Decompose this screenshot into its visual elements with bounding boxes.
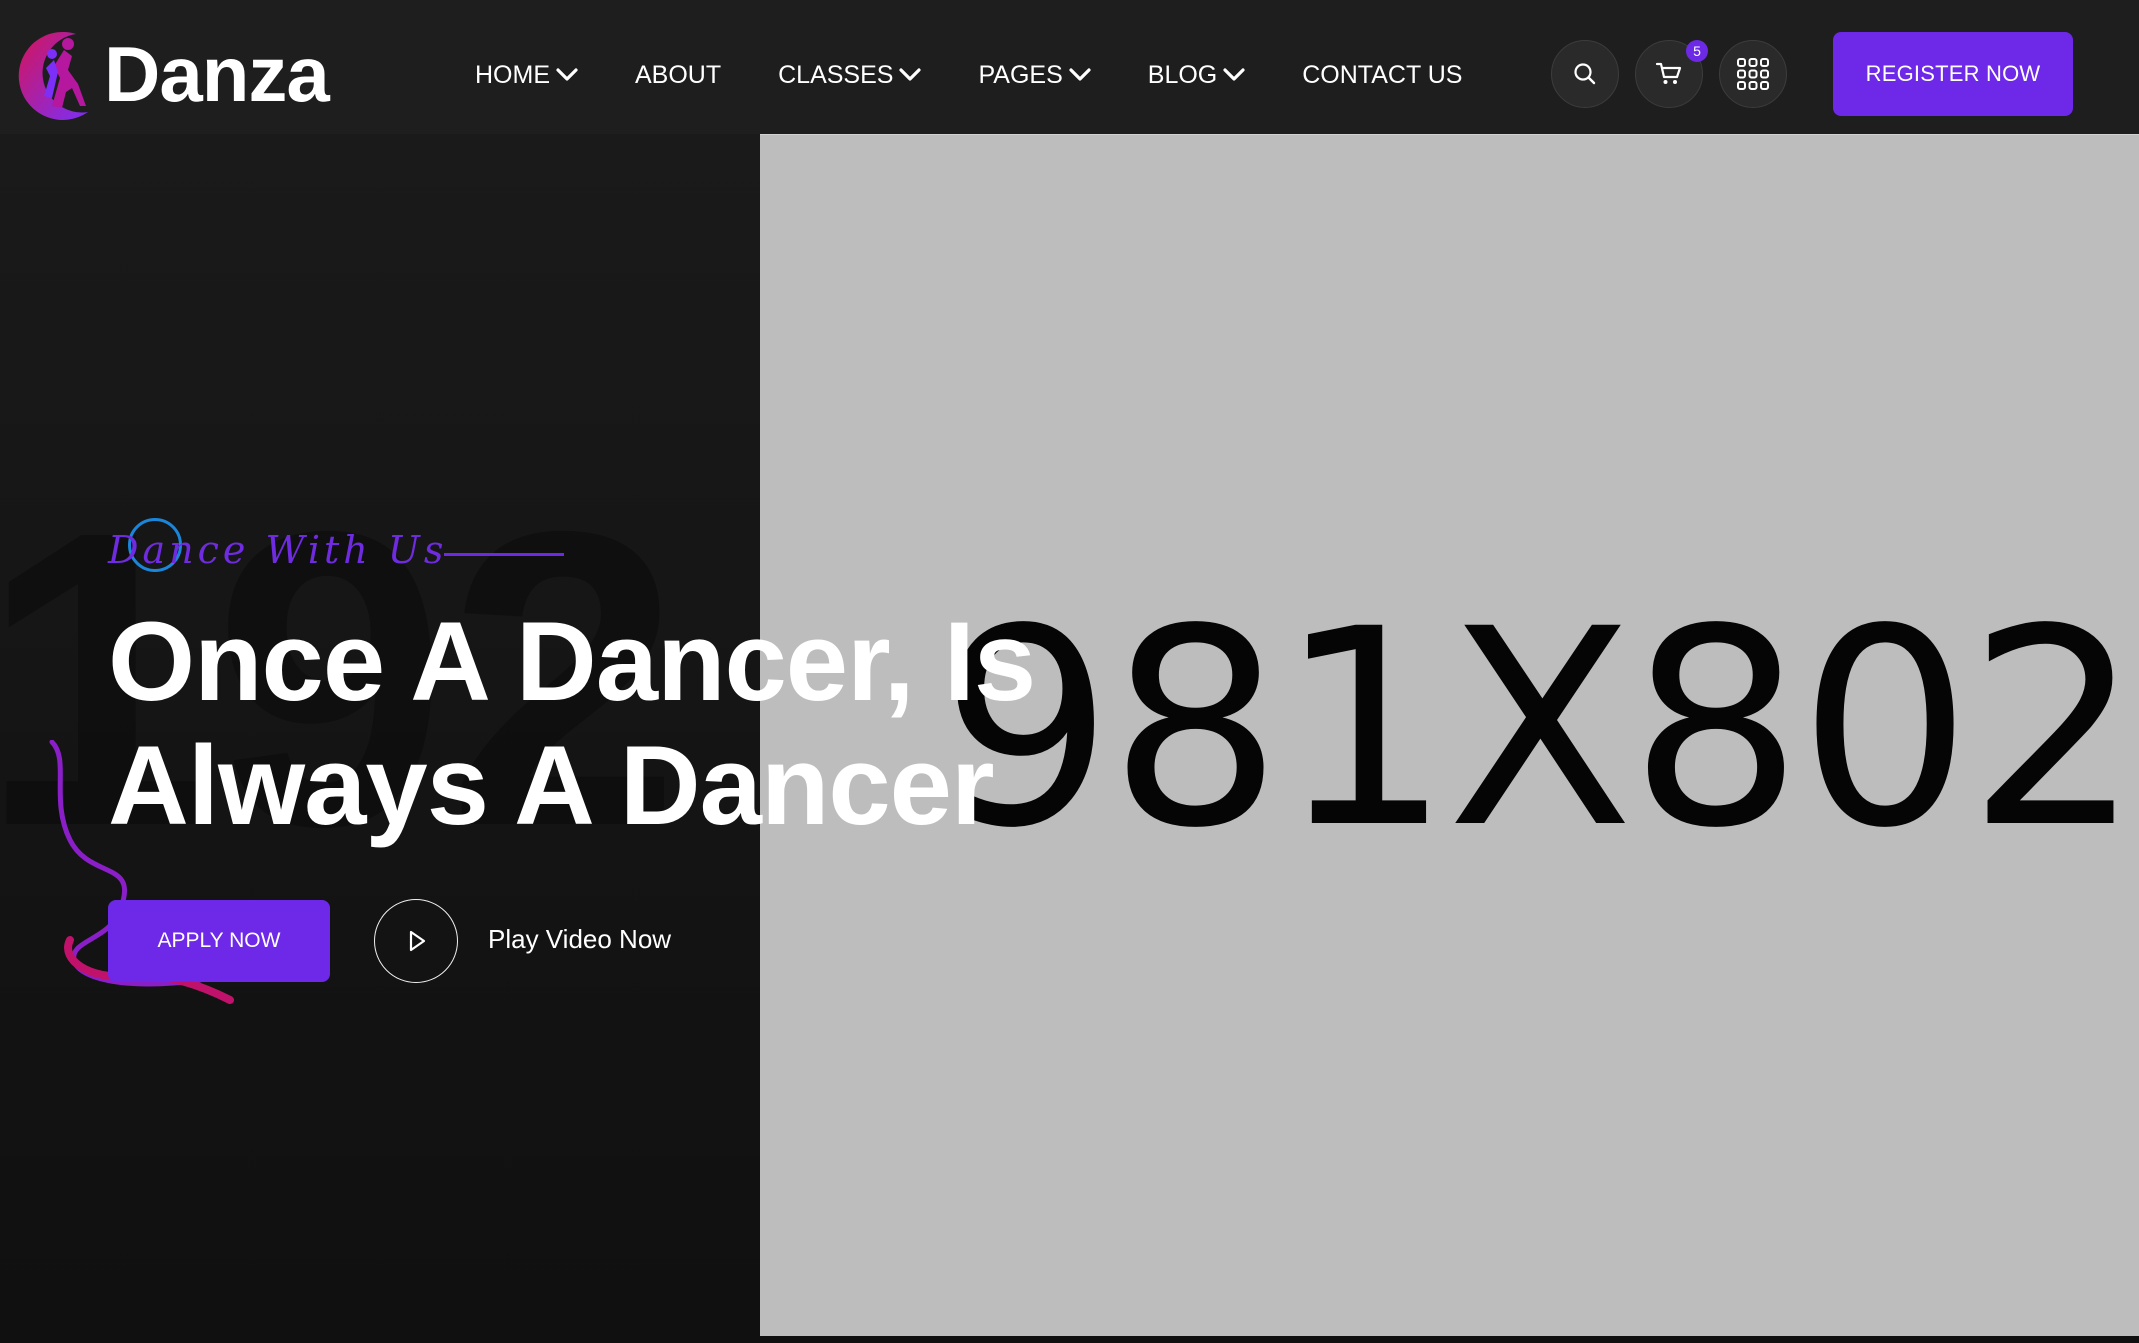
nav-item-label: CONTACT US [1302, 60, 1463, 89]
brand-logo[interactable]: Danza [16, 26, 336, 122]
nav-item-label: HOME [475, 60, 550, 89]
chevron-down-icon [556, 68, 578, 81]
chevron-down-icon [1223, 68, 1245, 81]
nav-item-about[interactable]: ABOUT [635, 61, 721, 90]
search-icon [1574, 63, 1596, 85]
site-header: Danza HOME ABOUT CLASSES PAGES BLOG CONT… [0, 0, 2139, 134]
dancer-logo-icon [18, 31, 88, 120]
chevron-down-icon [1069, 68, 1091, 81]
chevron-down-icon [899, 68, 922, 81]
cart-count-badge: 5 [1686, 40, 1708, 62]
register-now-button[interactable]: REGISTER NOW [1833, 32, 2073, 116]
hero-headline-line-2: Always A Dancer [108, 723, 995, 848]
play-video-button[interactable] [374, 899, 458, 983]
nav-item-label: ABOUT [635, 60, 722, 89]
play-icon [409, 930, 426, 952]
nav-item-label: BLOG [1147, 60, 1218, 89]
nav-item-label: PAGES [978, 60, 1063, 89]
grid-menu-icon [1737, 58, 1769, 90]
hero-image-placeholder-label: 981X802 [940, 572, 2139, 888]
nav-item-blog[interactable]: BLOG [1148, 61, 1245, 90]
main-nav: HOME ABOUT CLASSES PAGES BLOG CONTACT US [475, 52, 1519, 98]
hero-headline: Once A Dancer, Is Always A Dancer [108, 599, 1036, 848]
nav-item-label: CLASSES [778, 60, 894, 89]
nav-item-classes[interactable]: CLASSES [778, 60, 922, 90]
nav-item-home[interactable]: HOME [475, 61, 578, 90]
cart-icon [1655, 62, 1682, 84]
nav-item-contact-us[interactable]: CONTACT US [1302, 61, 1462, 90]
grid-menu-button[interactable] [1719, 40, 1787, 108]
nav-item-pages[interactable]: PAGES [978, 60, 1091, 90]
play-video-label[interactable]: Play Video Now [488, 924, 671, 955]
tagline-divider [444, 553, 564, 556]
brand-name: Danza [104, 30, 330, 118]
apply-now-button[interactable]: APPLY NOW [108, 900, 330, 982]
search-button[interactable] [1551, 40, 1619, 108]
hero-headline-line-1: Once A Dancer, Is [108, 599, 1036, 724]
hero-tagline: Dance With Us [108, 528, 448, 572]
